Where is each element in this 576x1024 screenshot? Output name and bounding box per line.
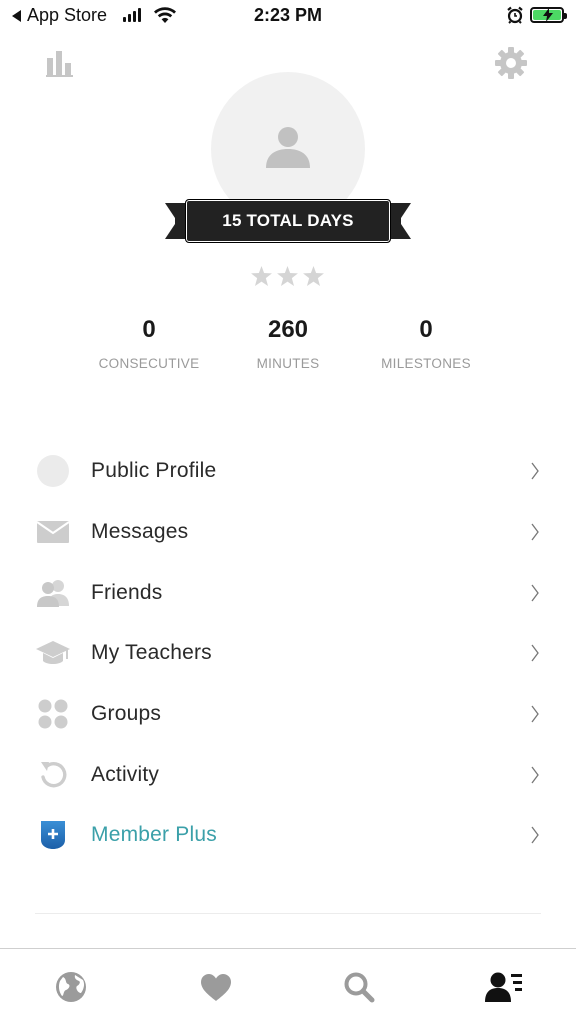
star-icon: [303, 266, 324, 286]
profile-circle-icon: [36, 454, 70, 488]
stat-label: CONSECUTIVE: [98, 356, 200, 371]
menu-item-label: Public Profile: [91, 459, 217, 483]
total-days-ribbon: 15 TOTAL DAYS: [165, 199, 411, 244]
stat-consecutive: 0 CONSECUTIVE: [69, 316, 229, 371]
menu-item-label: My Teachers: [91, 641, 212, 665]
menu-item-activity[interactable]: Activity: [0, 744, 576, 805]
battery-icon: [530, 7, 567, 23]
groups-icon: [36, 697, 70, 731]
stat-milestones: 0 MILESTONES: [346, 316, 506, 371]
stat-value: 0: [142, 316, 156, 343]
menu-item-label: Friends: [91, 580, 163, 604]
search-icon: [344, 972, 375, 1003]
menu-item-public-profile[interactable]: Public Profile: [0, 441, 576, 502]
menu-item-label: Groups: [91, 702, 162, 726]
star-icon: [277, 266, 298, 286]
clock-time: 2:23 PM: [253, 5, 323, 25]
tab-bar: [0, 948, 576, 1024]
status-bar: App Store 2:23 PM: [0, 0, 576, 34]
stat-label: MINUTES: [256, 356, 320, 371]
menu-item-friends[interactable]: Friends: [0, 562, 576, 623]
menu-item-member-plus[interactable]: Member Plus: [0, 805, 576, 866]
profile-menu: Public Profile Messages Friends My Teach…: [0, 441, 576, 866]
globe-icon: [56, 972, 86, 1002]
chevron-right-icon: [531, 766, 539, 784]
stat-minutes: 260 MINUTES: [208, 316, 368, 371]
gear-icon[interactable]: [494, 46, 528, 80]
tab-profile[interactable]: [484, 967, 524, 1007]
tab-favorites[interactable]: [196, 967, 236, 1007]
stat-label: MILESTONES: [381, 356, 471, 371]
tab-search[interactable]: [339, 967, 379, 1007]
profile-list-icon: [485, 972, 522, 1002]
member-plus-icon: [36, 818, 70, 852]
graduation-cap-icon: [36, 636, 70, 670]
friends-icon: [36, 576, 70, 610]
chevron-right-icon: [531, 705, 539, 723]
menu-item-label: Member Plus: [91, 823, 217, 847]
alarm-icon: [507, 6, 523, 24]
chevron-right-icon: [531, 645, 539, 662]
activity-icon: [36, 758, 70, 792]
total-days-label: 15 TOTAL DAYS: [185, 199, 391, 243]
ribbon-tail-right: [399, 203, 411, 239]
tab-discover[interactable]: [51, 967, 91, 1007]
stat-value: 260: [267, 316, 309, 343]
menu-item-label: Messages: [91, 520, 189, 544]
chevron-right-icon: [531, 523, 539, 541]
divider: [35, 913, 541, 914]
menu-item-groups[interactable]: Groups: [0, 684, 576, 745]
chevron-right-icon: [531, 827, 539, 844]
star-icon: [251, 266, 272, 286]
chevron-right-icon: [531, 584, 539, 602]
stat-value: 0: [419, 316, 433, 343]
menu-item-messages[interactable]: Messages: [0, 502, 576, 563]
chevron-right-icon: [531, 462, 539, 480]
user-silhouette-icon: [266, 127, 310, 168]
menu-item-my-teachers[interactable]: My Teachers: [0, 623, 576, 684]
heart-icon: [201, 973, 231, 1001]
stars-rating: [251, 266, 324, 286]
stats-icon[interactable]: [46, 50, 74, 78]
menu-item-label: Activity: [91, 762, 160, 786]
envelope-icon: [36, 515, 70, 549]
